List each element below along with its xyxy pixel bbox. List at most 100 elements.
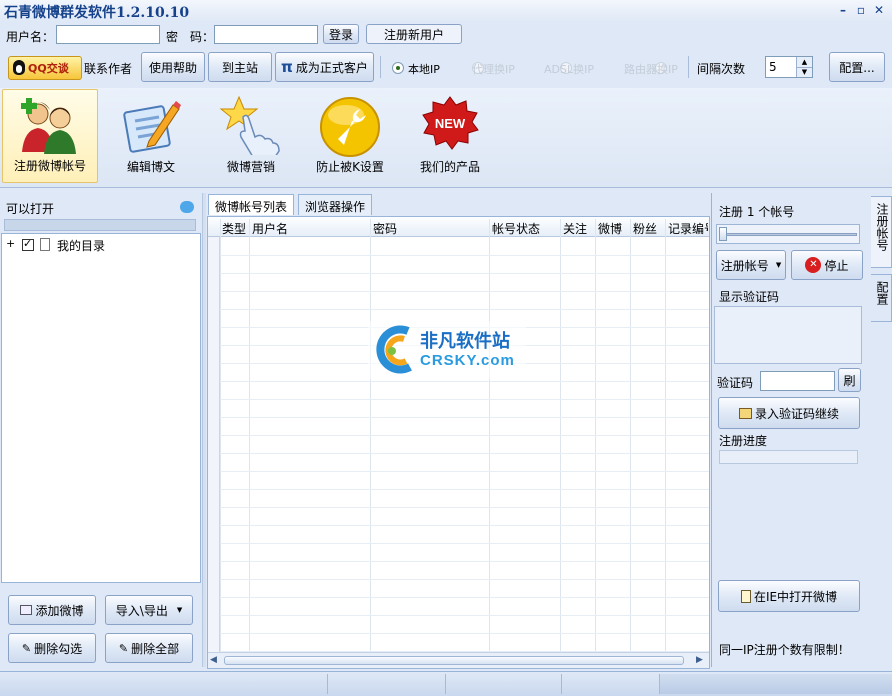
register-user-button[interactable]: 注册新用户 — [366, 24, 462, 44]
register-count-label: 注册 1 个帐号 — [719, 205, 795, 219]
become-customer-label: 成为正式客户 — [295, 60, 368, 75]
captcha-input[interactable] — [760, 371, 835, 391]
directory-tree[interactable]: + 我的目录 — [1, 233, 201, 583]
register-progress-bar — [719, 450, 858, 464]
watermark: 非凡软件站 CRSKY.com — [368, 321, 526, 379]
nav-register-accounts[interactable]: 注册微博帐号 — [2, 89, 98, 183]
grid-row-line — [220, 453, 709, 454]
column-header-status[interactable]: 帐号状态 — [492, 220, 540, 237]
column-header-fans[interactable]: 粉丝 — [633, 220, 657, 237]
qq-penguin-icon — [12, 60, 26, 76]
delete-checked-button[interactable]: ✎ 删除勾选 — [8, 633, 96, 663]
grid-row-line — [220, 507, 709, 508]
homepage-button[interactable]: 到主站 — [208, 52, 272, 82]
dropdown-arrow-icon: ▼ — [176, 606, 183, 614]
delete-all-button[interactable]: ✎ 删除全部 — [105, 633, 193, 663]
contact-author-link[interactable]: 联系作者 — [84, 60, 132, 77]
column-header-username[interactable]: 用户名 — [252, 220, 288, 237]
grid-row-line — [220, 525, 709, 526]
nav-marketing-label: 微博营销 — [226, 160, 275, 174]
spin-down-icon[interactable]: ▼ — [796, 67, 812, 77]
grid-row-line — [220, 579, 709, 580]
progress-label: 注册进度 — [719, 434, 768, 448]
watermark-name: 非凡软件站 — [420, 331, 510, 352]
import-export-button[interactable]: 导入\导出 ▼ — [105, 595, 193, 625]
account-grid[interactable]: 类型 用户名 密码 帐号状态 关注 微博 粉丝 记录编号 非凡软件站 CRSKY… — [207, 216, 710, 669]
status-cell-2 — [328, 674, 446, 694]
users-add-icon — [21, 98, 76, 154]
captcha-image-area — [714, 306, 862, 364]
delete-all-label: 删除全部 — [131, 641, 180, 656]
import-export-label: 导入\导出 — [115, 603, 168, 618]
tab-browser-ops[interactable]: 浏览器操作 — [298, 194, 373, 215]
scroll-left-icon[interactable]: ◀ — [210, 655, 217, 665]
grid-row-line — [220, 399, 709, 400]
tree-checkbox[interactable] — [22, 237, 34, 251]
register-account-label: 注册帐号 — [720, 258, 769, 273]
status-cell-3 — [446, 674, 562, 694]
chat-bubble-icon[interactable] — [180, 201, 194, 213]
nav-anti-ban-label: 防止被K设置 — [316, 160, 384, 174]
adsl-ip-label: ADSL换IP — [544, 63, 594, 76]
horizontal-scrollbar[interactable]: ◀ ▶ — [208, 652, 709, 668]
local-ip-radio[interactable] — [392, 62, 404, 74]
refresh-captcha-button[interactable]: 刷 — [838, 368, 861, 392]
nav-weibo-marketing[interactable]: 微博营销 — [203, 89, 299, 183]
interval-spinner[interactable]: ▲ ▼ — [765, 56, 813, 78]
add-weibo-button[interactable]: 添加微博 — [8, 595, 96, 625]
nav-edit-post-label: 编辑博文 — [126, 160, 175, 174]
left-panel-header: 可以打开 — [6, 202, 55, 216]
column-header-record-id[interactable]: 记录编号 — [668, 220, 708, 237]
register-count-slider[interactable] — [716, 224, 860, 244]
nav-edit-post[interactable]: 编辑博文 — [103, 89, 199, 183]
star-hand-icon — [219, 95, 280, 155]
watermark-logo-icon — [376, 325, 412, 374]
grid-row-line — [220, 489, 709, 490]
interval-input[interactable] — [767, 58, 793, 76]
tree-item-my-directory[interactable]: 我的目录 — [57, 237, 105, 254]
become-customer-button[interactable]: π 成为正式客户 — [275, 52, 374, 82]
grid-row-line — [220, 597, 709, 598]
tab-account-list[interactable]: 微博帐号列表 — [208, 194, 295, 215]
spin-up-icon[interactable]: ▲ — [796, 57, 812, 67]
enter-captcha-label: 录入验证码继续 — [754, 406, 839, 421]
username-input[interactable] — [56, 25, 160, 44]
nav-our-products[interactable]: NEW 我们的产品 — [402, 89, 498, 183]
toolbar-divider-2 — [688, 56, 689, 78]
column-header-password[interactable]: 密码 — [373, 220, 397, 237]
scroll-thumb[interactable] — [224, 656, 684, 665]
eraser-icon: ✎ — [21, 641, 32, 655]
splitter[interactable] — [202, 193, 206, 667]
grid-row-line — [220, 381, 709, 382]
grid-row-line — [220, 273, 709, 274]
vtab-register-account[interactable]: 注册帐号 — [871, 196, 892, 268]
password-input[interactable] — [214, 25, 318, 44]
grid-row-line — [220, 471, 709, 472]
tree-expand-icon[interactable]: + — [6, 237, 15, 250]
help-button[interactable]: 使用帮助 — [141, 52, 205, 82]
login-button[interactable]: 登录 — [323, 24, 359, 44]
new-badge-text: NEW — [435, 116, 466, 131]
enter-captcha-continue-button[interactable]: 录入验证码继续 — [718, 397, 860, 429]
watermark-domain: CRSKY.com — [420, 352, 515, 369]
column-header-follow[interactable]: 关注 — [563, 220, 587, 237]
nav-anti-ban-settings[interactable]: 防止被K设置 — [302, 89, 398, 183]
open-in-ie-label: 在IE中打开微博 — [753, 589, 838, 604]
open-in-ie-button[interactable]: 在IE中打开微博 — [718, 580, 860, 612]
interval-label: 间隔次数 — [697, 62, 746, 76]
restore-button[interactable]: ▫ — [854, 3, 868, 17]
vtab-config[interactable]: 配置 — [871, 274, 892, 322]
slider-thumb[interactable] — [719, 227, 727, 241]
close-button[interactable]: ✕ — [872, 3, 886, 17]
minimize-button[interactable]: – — [836, 3, 850, 17]
column-header-type[interactable]: 类型 — [222, 220, 246, 237]
status-cell-1 — [0, 674, 328, 694]
grid-row-line — [220, 561, 709, 562]
config-button[interactable]: 配置... — [829, 52, 885, 82]
stop-button[interactable]: ✕ 停止 — [791, 250, 863, 280]
column-header-weibo[interactable]: 微博 — [598, 220, 622, 237]
scroll-right-icon[interactable]: ▶ — [696, 655, 703, 665]
local-ip-label: 本地IP — [408, 63, 440, 76]
register-account-button[interactable]: 注册帐号 ▼ — [716, 250, 786, 280]
qq-chat-badge[interactable]: QQ交谈 — [8, 56, 82, 80]
